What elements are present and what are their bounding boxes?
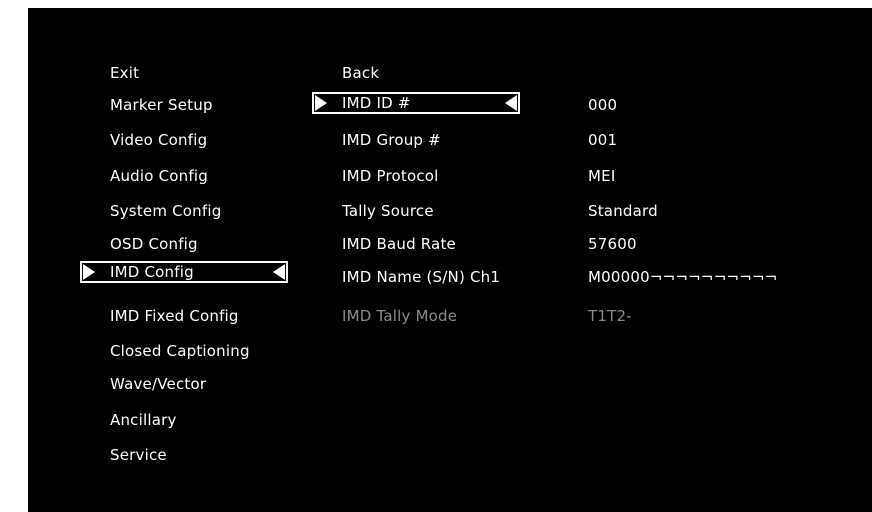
value-imd-id: 000 [588,96,618,114]
submenu-item-imd-tally-mode: IMD Tally Mode [342,307,458,325]
value-imd-group: 001 [588,131,618,149]
submenu-item-tally-source[interactable]: Tally Source [342,199,434,223]
value-tally-source: Standard [588,202,658,220]
selection-arrow-left-icon [505,95,517,111]
submenu-item-imd-protocol[interactable]: IMD Protocol [342,164,439,188]
menu-item-system-config[interactable]: System Config [110,199,221,223]
value-imd-tally-mode: T1T2- [588,307,632,325]
selection-arrow-right-icon [315,95,327,111]
value-imd-protocol: MEI [588,167,616,185]
menu-item-video-config[interactable]: Video Config [110,128,207,152]
value-imd-name: M00000¬¬¬¬¬¬¬¬¬¬ [588,268,778,286]
menu-item-imd-fixed-config[interactable]: IMD Fixed Config [110,304,239,328]
menu-item-exit[interactable]: Exit [110,61,139,85]
submenu-back[interactable]: Back [342,61,379,85]
submenu-item-imd-baud-rate[interactable]: IMD Baud Rate [342,232,456,256]
menu-item-marker-setup[interactable]: Marker Setup [110,93,213,117]
selection-arrow-left-icon [273,264,285,280]
menu-item-audio-config[interactable]: Audio Config [110,164,208,188]
selection-arrow-right-icon [83,264,95,280]
submenu-item-imd-id[interactable]: IMD ID # [342,91,411,115]
menu-item-osd-config[interactable]: OSD Config [110,232,198,256]
menu-item-wave-vector[interactable]: Wave/Vector [110,372,206,396]
menu-item-service[interactable]: Service [110,443,167,467]
osd-screen: Exit Marker Setup Video Config Audio Con… [28,8,872,512]
menu-item-ancillary[interactable]: Ancillary [110,408,177,432]
submenu-item-imd-name[interactable]: IMD Name (S/N) Ch1 [342,265,500,289]
menu-item-imd-config[interactable]: IMD Config [110,260,194,284]
menu-item-closed-captioning[interactable]: Closed Captioning [110,339,250,363]
submenu-item-imd-group[interactable]: IMD Group # [342,128,441,152]
value-imd-baud-rate: 57600 [588,235,637,253]
